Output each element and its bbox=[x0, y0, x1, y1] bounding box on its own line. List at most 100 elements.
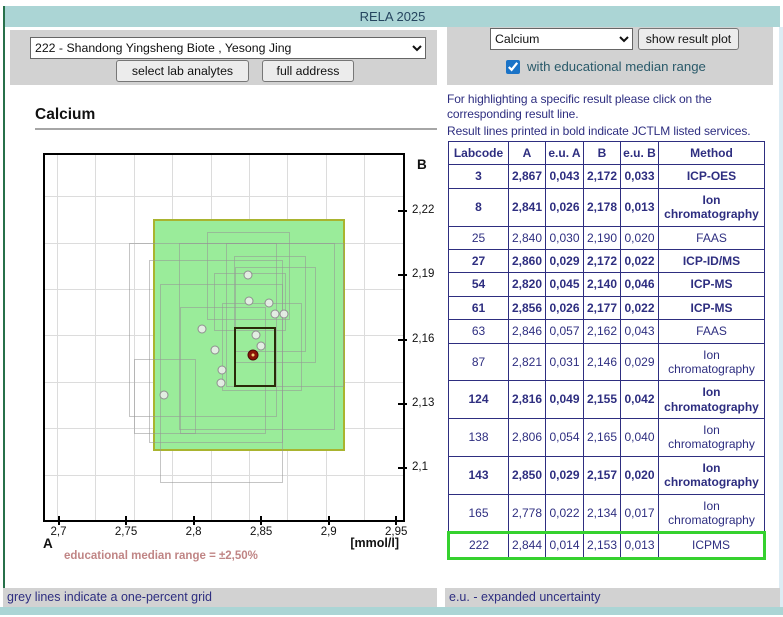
lab-result-point bbox=[197, 324, 206, 333]
a-value-cell: 2,821 bbox=[509, 343, 546, 381]
x-tick bbox=[193, 516, 195, 525]
page-left-border bbox=[3, 6, 5, 607]
a-value-cell: 2,816 bbox=[509, 381, 546, 419]
eu-b-cell: 0,020 bbox=[621, 226, 659, 249]
table-row[interactable]: 1432,8500,0292,1570,020Ion chromatograph… bbox=[449, 456, 765, 494]
column-header: B bbox=[584, 142, 621, 165]
x-tick bbox=[328, 516, 330, 525]
eu-b-cell: 0,040 bbox=[621, 419, 659, 457]
b-value-cell: 2,178 bbox=[584, 188, 621, 226]
b-value-cell: 2,190 bbox=[584, 226, 621, 249]
table-row[interactable]: 252,8400,0302,1900,020FAAS bbox=[449, 226, 765, 249]
eu-a-cell: 0,045 bbox=[546, 273, 584, 296]
lab-result-point bbox=[257, 342, 266, 351]
lab-result-point bbox=[265, 299, 274, 308]
table-row[interactable]: 1652,7780,0222,1340,017Ion chromatograph… bbox=[449, 494, 765, 533]
x-tick bbox=[125, 516, 127, 525]
b-value-cell: 2,155 bbox=[584, 381, 621, 419]
eu-a-cell: 0,026 bbox=[546, 188, 584, 226]
instruction-highlight: For highlighting a specific result pleas… bbox=[447, 92, 783, 123]
a-value-cell: 2,806 bbox=[509, 419, 546, 457]
a-value-cell: 2,860 bbox=[509, 249, 546, 272]
eu-a-cell: 0,026 bbox=[546, 296, 584, 319]
y-tick bbox=[398, 339, 407, 341]
eu-b-cell: 0,013 bbox=[621, 533, 659, 558]
labcode-cell: 25 bbox=[449, 226, 509, 249]
b-value-cell: 2,177 bbox=[584, 296, 621, 319]
full-address-button[interactable]: full address bbox=[262, 60, 354, 82]
median-range-note: educational median range = ±2,50% bbox=[64, 550, 258, 562]
x-tick-label: 2,75 bbox=[104, 526, 148, 538]
method-cell: Ion chromatography bbox=[659, 343, 765, 381]
table-row[interactable]: 32,8670,0432,1720,033ICP-OES bbox=[449, 165, 765, 188]
table-row[interactable]: 872,8210,0312,1460,029Ion chromatography bbox=[449, 343, 765, 381]
eu-a-cell: 0,054 bbox=[546, 419, 584, 457]
y-tick bbox=[398, 274, 407, 276]
labcode-cell: 124 bbox=[449, 381, 509, 419]
b-value-cell: 2,162 bbox=[584, 320, 621, 343]
method-cell: FAAS bbox=[659, 320, 765, 343]
table-row[interactable]: 1242,8160,0492,1550,042Ion chromatograph… bbox=[449, 381, 765, 419]
lab-result-point bbox=[270, 309, 279, 318]
table-row[interactable]: 542,8200,0452,1400,046ICP-MS bbox=[449, 273, 765, 296]
result-plot bbox=[43, 153, 405, 522]
grid-line bbox=[364, 155, 365, 520]
analyte-select[interactable]: Calcium bbox=[490, 28, 633, 50]
table-row[interactable]: 272,8600,0292,1720,022ICP-ID/MS bbox=[449, 249, 765, 272]
lab-result-point bbox=[216, 378, 225, 387]
lab-result-point bbox=[251, 331, 260, 340]
method-cell: ICP-MS bbox=[659, 273, 765, 296]
eu-b-cell: 0,022 bbox=[621, 296, 659, 319]
eu-b-cell: 0,029 bbox=[621, 343, 659, 381]
eu-a-cell: 0,014 bbox=[546, 533, 584, 558]
y-tick bbox=[398, 403, 407, 405]
chart-title: Calcium bbox=[35, 106, 95, 124]
x-tick bbox=[58, 516, 60, 525]
x-tick-label: 2,8 bbox=[172, 526, 216, 538]
grid-line bbox=[95, 155, 96, 520]
eu-b-cell: 0,033 bbox=[621, 165, 659, 188]
labcode-cell: 143 bbox=[449, 456, 509, 494]
eu-b-cell: 0,042 bbox=[621, 381, 659, 419]
lab-result-point bbox=[159, 391, 168, 400]
instruction-bold: Result lines printed in bold indicate JC… bbox=[447, 124, 783, 139]
labcode-cell: 87 bbox=[449, 343, 509, 381]
eu-a-cell: 0,031 bbox=[546, 343, 584, 381]
y-tick-label: 2,22 bbox=[412, 204, 434, 216]
show-result-plot-button[interactable]: show result plot bbox=[638, 28, 739, 50]
table-row[interactable]: 612,8560,0262,1770,022ICP-MS bbox=[449, 296, 765, 319]
eu-a-cell: 0,030 bbox=[546, 226, 584, 249]
median-range-checkbox-label[interactable]: with educational median range bbox=[527, 59, 706, 74]
a-value-cell: 2,850 bbox=[509, 456, 546, 494]
select-lab-analytes-button[interactable]: select lab analytes bbox=[116, 60, 249, 82]
table-row[interactable]: 82,8410,0262,1780,013Ion chromatography bbox=[449, 188, 765, 226]
axis-unit-label: [mmol/l] bbox=[327, 536, 399, 550]
b-value-cell: 2,157 bbox=[584, 456, 621, 494]
method-cell: Ion chromatography bbox=[659, 188, 765, 226]
a-value-cell: 2,846 bbox=[509, 320, 546, 343]
column-header: Method bbox=[659, 142, 765, 165]
y-tick-label: 2,1 bbox=[412, 461, 428, 473]
method-cell: Ion chromatography bbox=[659, 456, 765, 494]
rela-results-page: RELA 2025 222 - Shandong Yingsheng Biote… bbox=[0, 0, 783, 617]
eu-a-cell: 0,043 bbox=[546, 165, 584, 188]
b-value-cell: 2,146 bbox=[584, 343, 621, 381]
table-row[interactable]: 2222,8440,0142,1530,013ICPMS bbox=[449, 533, 765, 558]
y-tick-label: 2,13 bbox=[412, 397, 434, 409]
column-header: A bbox=[509, 142, 546, 165]
method-cell: ICP-MS bbox=[659, 296, 765, 319]
labcode-cell: 3 bbox=[449, 165, 509, 188]
eu-b-cell: 0,017 bbox=[621, 494, 659, 533]
eu-a-cell: 0,049 bbox=[546, 381, 584, 419]
table-row[interactable]: 632,8460,0572,1620,043FAAS bbox=[449, 320, 765, 343]
method-cell: ICP-ID/MS bbox=[659, 249, 765, 272]
labcode-cell: 27 bbox=[449, 249, 509, 272]
lab-result-point bbox=[244, 297, 253, 306]
lab-select[interactable]: 222 - Shandong Yingsheng Biote , Yesong … bbox=[30, 37, 426, 59]
b-value-cell: 2,172 bbox=[584, 165, 621, 188]
median-range-checkbox[interactable] bbox=[506, 60, 520, 74]
table-row[interactable]: 1382,8060,0542,1650,040Ion chromatograph… bbox=[449, 419, 765, 457]
method-cell: Ion chromatography bbox=[659, 494, 765, 533]
eu-b-cell: 0,013 bbox=[621, 188, 659, 226]
column-header: e.u. A bbox=[546, 142, 584, 165]
